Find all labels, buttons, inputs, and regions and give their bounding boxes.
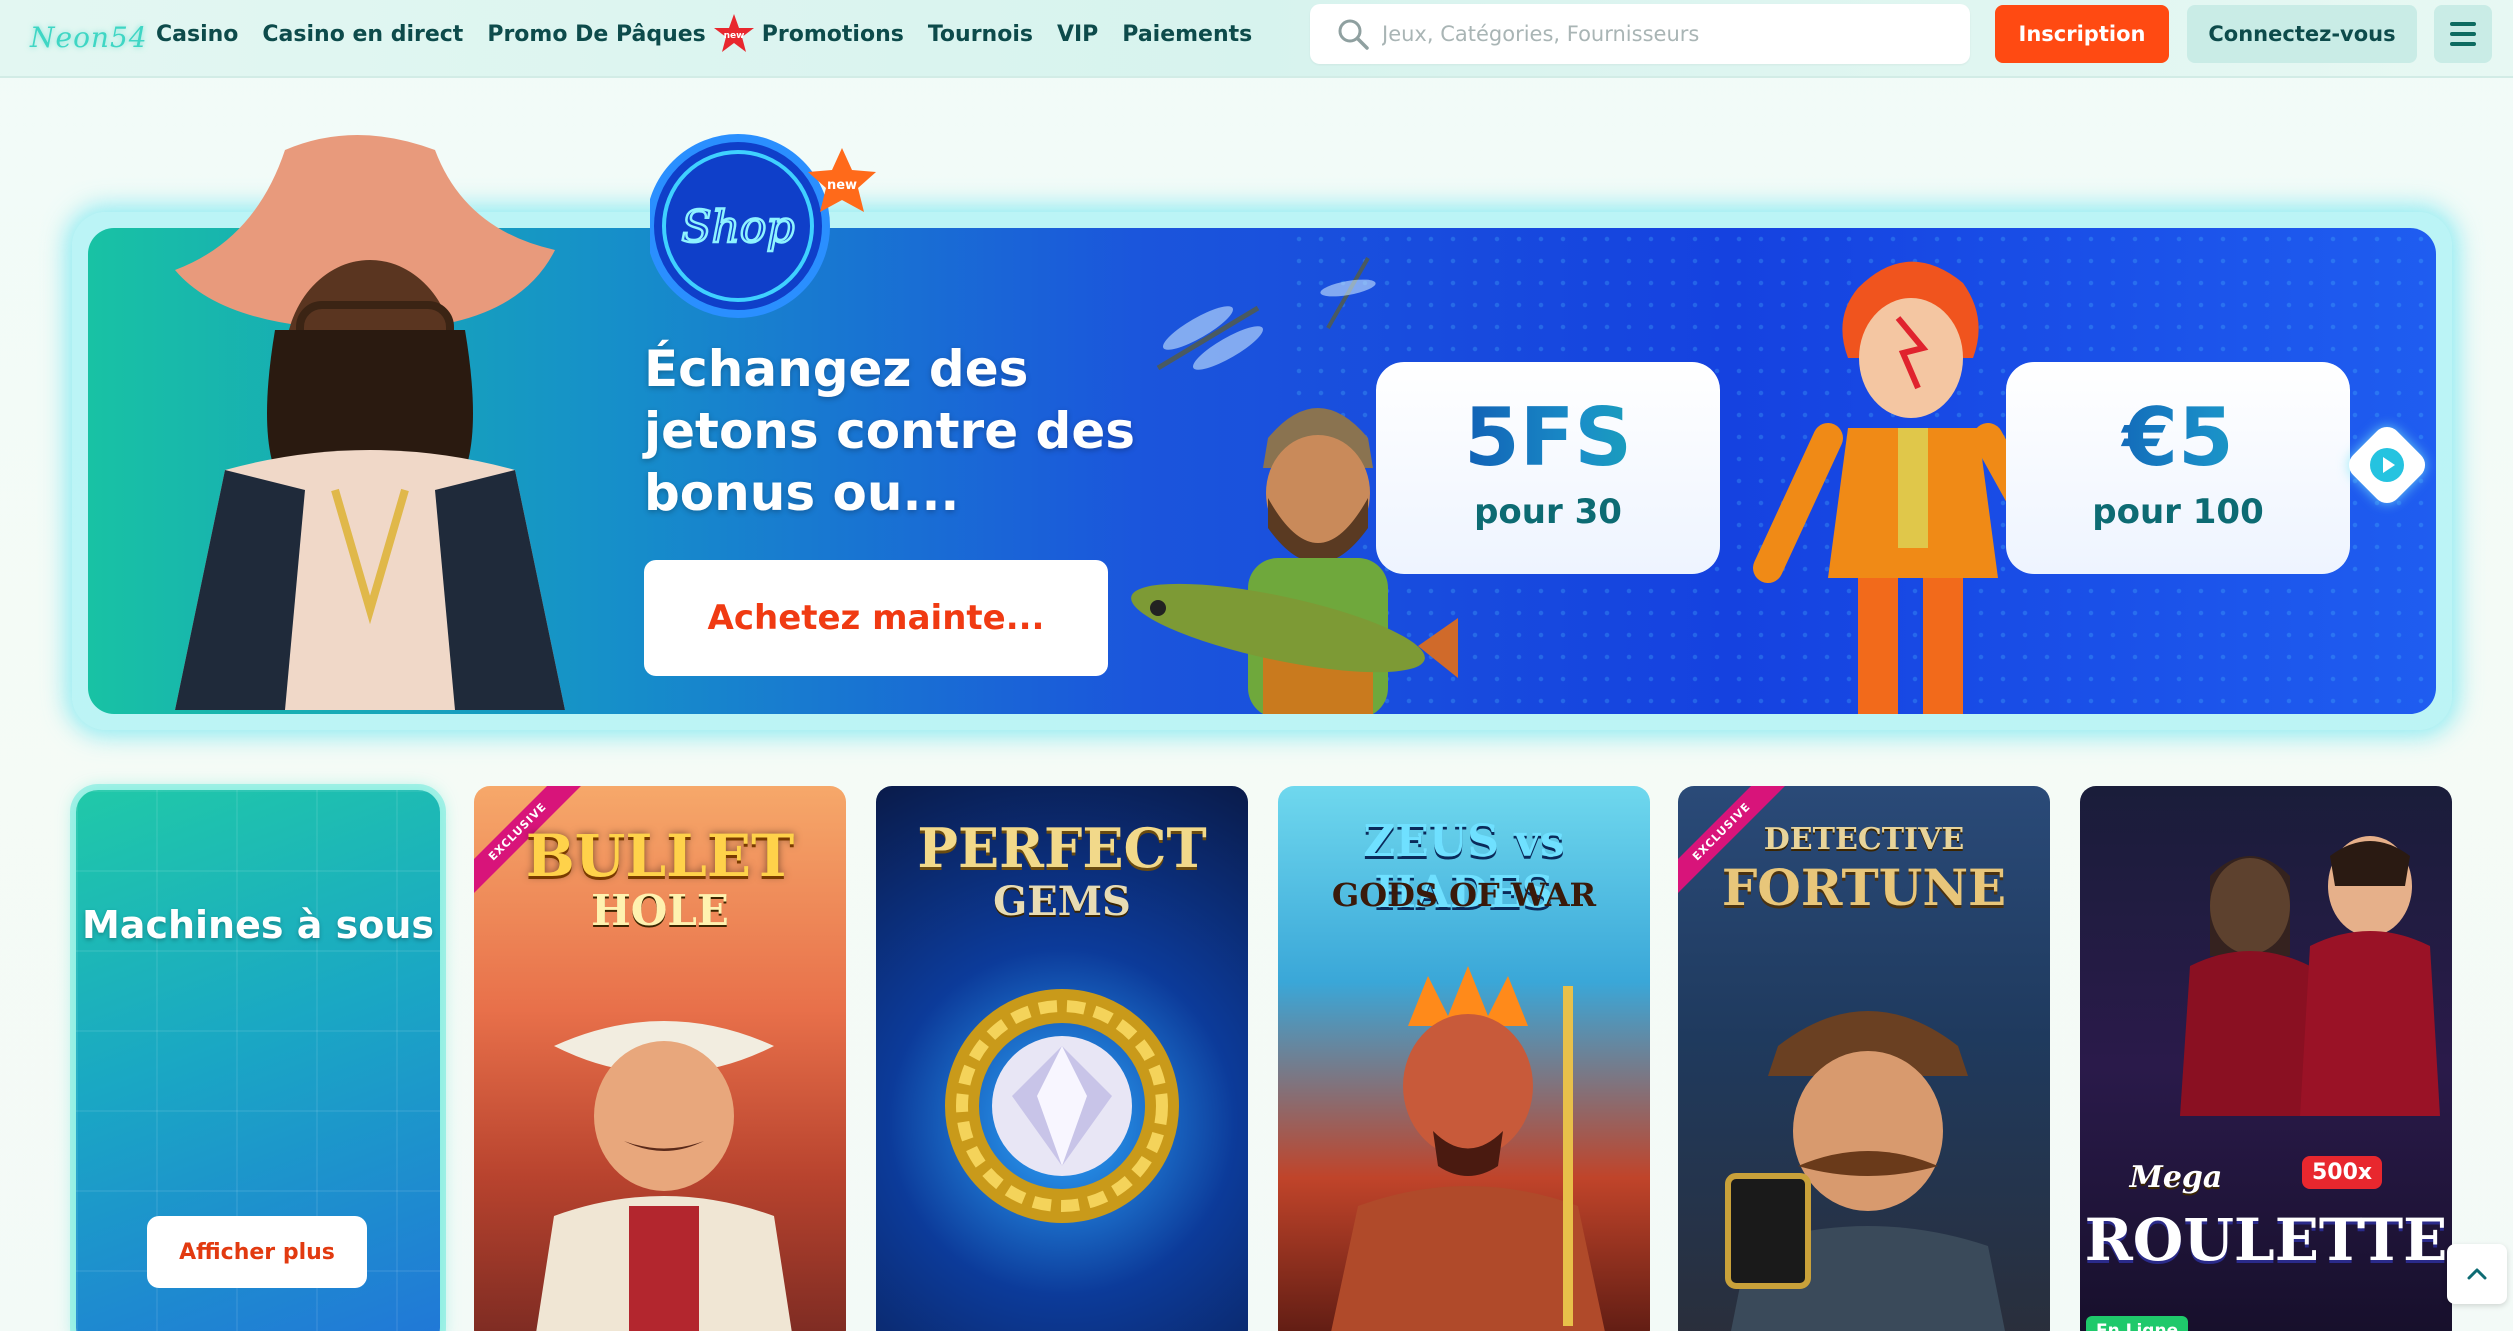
game-tile-zeus-vs-hades[interactable]: ZEUS vs HADES GODS OF WAR xyxy=(1278,786,1650,1331)
offer-card-5fs[interactable]: 5FS pour 30 xyxy=(1376,362,1720,574)
login-button[interactable]: Connectez-vous xyxy=(2187,5,2417,63)
main-nav: Casino Casino en direct Promo De Pâques … xyxy=(156,0,1252,68)
search-icon xyxy=(1338,19,1369,50)
hamburger-menu-button[interactable] xyxy=(2434,5,2492,63)
hades-character-illustration xyxy=(1331,966,1605,1331)
game-title: BULLET xyxy=(525,822,795,890)
game-subtitle: GEMS xyxy=(993,878,1131,925)
hero-title: Échangez des jetons contre des bonus ou.… xyxy=(644,340,1135,522)
offer-value: €5 xyxy=(2006,390,2350,486)
nav-casino[interactable]: Casino xyxy=(156,22,238,47)
new-star-badge-icon: new xyxy=(713,13,754,52)
neon54-logo[interactable]: Neon54 xyxy=(30,18,148,58)
search-input[interactable] xyxy=(1382,6,1962,62)
top-navigation-bar: Neon54 Casino Casino en direct Promo De … xyxy=(0,0,2513,78)
game-tile-mega-roulette[interactable]: Mega ROULETTE 500x En Ligne xyxy=(2080,786,2452,1331)
nav-promotions[interactable]: Promotions xyxy=(762,22,904,47)
live-badge: En Ligne xyxy=(2086,1316,2189,1331)
nav-easter-promo[interactable]: Promo De Pâques new xyxy=(487,13,754,52)
new-badge-text: new xyxy=(723,31,744,41)
menu-line-icon xyxy=(2450,42,2476,46)
menu-line-icon xyxy=(2450,32,2476,36)
game-tile-bullet-hole[interactable]: EXCLUSIVE BULLET HOLE xyxy=(474,786,846,1331)
game-subtitle: GODS OF WAR xyxy=(1331,876,1597,914)
search-bar[interactable] xyxy=(1310,4,1970,64)
offer-card-5-euro[interactable]: €5 pour 100 xyxy=(2006,362,2350,574)
dragonfly-small-illustration xyxy=(1320,257,1376,329)
slots-category-card[interactable]: Machines à sous Afficher plus xyxy=(76,790,440,1331)
game-title: DETECTIVE xyxy=(1763,822,1965,857)
cowboy-character-illustration xyxy=(175,135,565,710)
slots-category-title: Machines à sous xyxy=(81,903,434,947)
sheriff-character-illustration xyxy=(536,1021,792,1331)
offer-price: pour 100 xyxy=(2092,492,2264,532)
game-tile-perfect-gems[interactable]: PERFECT GEMS xyxy=(876,786,1248,1331)
nav-live-casino[interactable]: Casino en direct xyxy=(262,22,463,47)
nav-tournaments[interactable]: Tournois xyxy=(928,22,1033,47)
game-tile-detective-fortune[interactable]: EXCLUSIVE DETECTIVE FORTUNE xyxy=(1678,786,2050,1331)
game-title: PERFECT xyxy=(917,816,1207,880)
offer-price: pour 30 xyxy=(1474,492,1622,532)
nav-payments[interactable]: Paiements xyxy=(1122,22,1252,47)
buy-now-button[interactable]: Achetez mainte... xyxy=(644,560,1108,676)
show-more-button[interactable]: Afficher plus xyxy=(147,1216,367,1288)
nav-vip[interactable]: VIP xyxy=(1057,22,1098,47)
game-subtitle: FORTUNE xyxy=(1721,858,2007,917)
multiplier-badge: 500x xyxy=(2302,1156,2383,1189)
detective-character-illustration xyxy=(1725,1011,2005,1331)
shop-badge-text: Shop xyxy=(681,202,794,253)
offer-value: 5FS xyxy=(1376,390,1720,486)
shop-neon-badge-icon: Shop new xyxy=(650,134,876,318)
scroll-to-top-button[interactable] xyxy=(2447,1244,2507,1304)
signup-button[interactable]: Inscription xyxy=(1995,5,2169,63)
chevron-up-icon xyxy=(2467,1268,2487,1280)
gem-ring-icon xyxy=(945,989,1179,1223)
game-title: ROULETTE xyxy=(2084,1206,2448,1274)
live-dealers-illustration xyxy=(2180,836,2440,1116)
dragonfly-illustration xyxy=(1156,305,1263,371)
nav-easter-promo-label: Promo De Pâques xyxy=(487,21,706,47)
menu-line-icon xyxy=(2450,22,2476,26)
game-subtitle: HOLE xyxy=(591,886,729,935)
play-arrow-icon[interactable] xyxy=(2370,448,2404,482)
shop-badge-new-text: new xyxy=(827,178,857,193)
